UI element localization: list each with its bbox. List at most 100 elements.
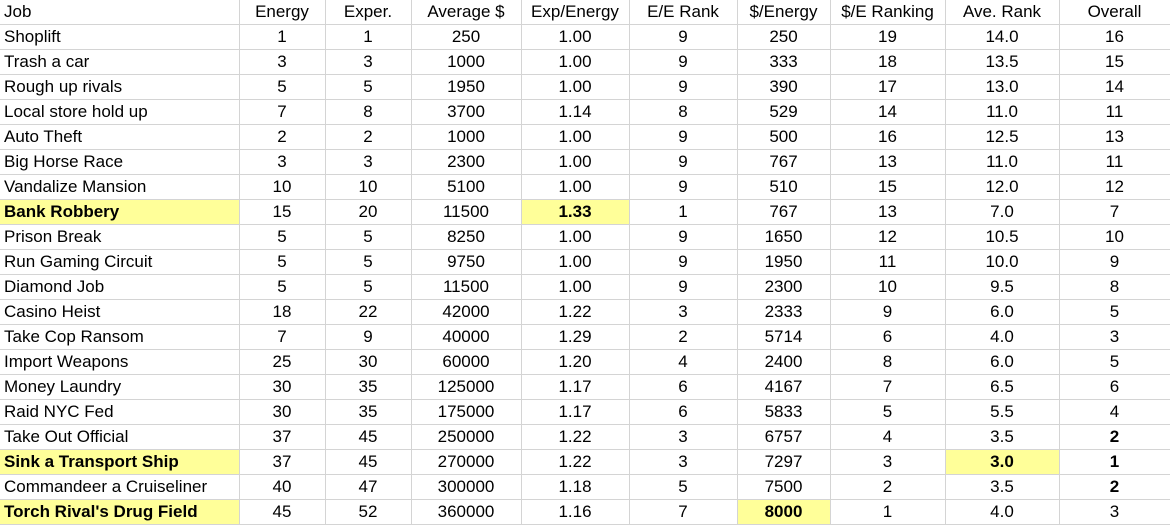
- cell-overall[interactable]: 8: [1059, 274, 1170, 300]
- cell-ave-rank[interactable]: 13.5: [945, 49, 1060, 75]
- cell-average-dollars[interactable]: 3700: [411, 99, 522, 125]
- cell-ee-rank[interactable]: 9: [629, 174, 738, 200]
- cell-de-ranking[interactable]: 16: [830, 124, 946, 150]
- header-dollars-per-energy[interactable]: $/Energy: [737, 0, 831, 25]
- cell-exper[interactable]: 52: [325, 499, 412, 525]
- cell-exper[interactable]: 5: [325, 74, 412, 100]
- cell-ee-rank[interactable]: 1: [629, 199, 738, 225]
- cell-overall[interactable]: 5: [1059, 349, 1170, 375]
- cell-energy[interactable]: 1: [239, 24, 326, 50]
- cell-ave-rank[interactable]: 6.0: [945, 299, 1060, 325]
- cell-exp-per-energy[interactable]: 1.00: [521, 74, 630, 100]
- cell-job[interactable]: Diamond Job: [0, 274, 240, 300]
- cell-dollars-per-energy[interactable]: 767: [737, 199, 831, 225]
- header-overall[interactable]: Overall: [1059, 0, 1170, 25]
- cell-exper[interactable]: 30: [325, 349, 412, 375]
- cell-dollars-per-energy[interactable]: 7297: [737, 449, 831, 475]
- cell-job[interactable]: Commandeer a Cruiseliner: [0, 474, 240, 500]
- cell-exp-per-energy[interactable]: 1.18: [521, 474, 630, 500]
- cell-ave-rank[interactable]: 3.5: [945, 474, 1060, 500]
- cell-ave-rank[interactable]: 9.5: [945, 274, 1060, 300]
- cell-de-ranking[interactable]: 5: [830, 399, 946, 425]
- cell-de-ranking[interactable]: 10: [830, 274, 946, 300]
- cell-de-ranking[interactable]: 13: [830, 199, 946, 225]
- cell-job[interactable]: Rough up rivals: [0, 74, 240, 100]
- cell-de-ranking[interactable]: 7: [830, 374, 946, 400]
- cell-job[interactable]: Money Laundry: [0, 374, 240, 400]
- cell-ee-rank[interactable]: 3: [629, 449, 738, 475]
- cell-exper[interactable]: 3: [325, 149, 412, 175]
- cell-average-dollars[interactable]: 300000: [411, 474, 522, 500]
- cell-average-dollars[interactable]: 11500: [411, 274, 522, 300]
- cell-exper[interactable]: 3: [325, 49, 412, 75]
- cell-average-dollars[interactable]: 360000: [411, 499, 522, 525]
- cell-ee-rank[interactable]: 9: [629, 74, 738, 100]
- cell-ee-rank[interactable]: 6: [629, 374, 738, 400]
- cell-exper[interactable]: 35: [325, 399, 412, 425]
- cell-ee-rank[interactable]: 9: [629, 249, 738, 275]
- cell-ee-rank[interactable]: 3: [629, 424, 738, 450]
- cell-job[interactable]: Local store hold up: [0, 99, 240, 125]
- cell-dollars-per-energy[interactable]: 390: [737, 74, 831, 100]
- cell-ee-rank[interactable]: 9: [629, 274, 738, 300]
- cell-exper[interactable]: 2: [325, 124, 412, 150]
- cell-ee-rank[interactable]: 2: [629, 324, 738, 350]
- cell-exp-per-energy[interactable]: 1.22: [521, 299, 630, 325]
- cell-ave-rank[interactable]: 3.0: [945, 449, 1060, 475]
- cell-energy[interactable]: 5: [239, 224, 326, 250]
- cell-overall[interactable]: 10: [1059, 224, 1170, 250]
- cell-energy[interactable]: 18: [239, 299, 326, 325]
- cell-exp-per-energy[interactable]: 1.33: [521, 199, 630, 225]
- cell-exper[interactable]: 20: [325, 199, 412, 225]
- cell-average-dollars[interactable]: 1000: [411, 49, 522, 75]
- cell-average-dollars[interactable]: 42000: [411, 299, 522, 325]
- cell-energy[interactable]: 2: [239, 124, 326, 150]
- cell-overall[interactable]: 6: [1059, 374, 1170, 400]
- cell-de-ranking[interactable]: 13: [830, 149, 946, 175]
- cell-energy[interactable]: 37: [239, 424, 326, 450]
- header-energy[interactable]: Energy: [239, 0, 326, 25]
- cell-energy[interactable]: 7: [239, 99, 326, 125]
- cell-dollars-per-energy[interactable]: 6757: [737, 424, 831, 450]
- cell-overall[interactable]: 13: [1059, 124, 1170, 150]
- cell-energy[interactable]: 5: [239, 74, 326, 100]
- cell-ee-rank[interactable]: 5: [629, 474, 738, 500]
- cell-de-ranking[interactable]: 19: [830, 24, 946, 50]
- cell-de-ranking[interactable]: 15: [830, 174, 946, 200]
- cell-exper[interactable]: 22: [325, 299, 412, 325]
- cell-overall[interactable]: 3: [1059, 324, 1170, 350]
- header-exper[interactable]: Exper.: [325, 0, 412, 25]
- cell-ave-rank[interactable]: 12.0: [945, 174, 1060, 200]
- cell-exp-per-energy[interactable]: 1.29: [521, 324, 630, 350]
- header-job[interactable]: Job: [0, 0, 240, 25]
- cell-exp-per-energy[interactable]: 1.00: [521, 124, 630, 150]
- cell-dollars-per-energy[interactable]: 1650: [737, 224, 831, 250]
- cell-exper[interactable]: 5: [325, 274, 412, 300]
- cell-exper[interactable]: 9: [325, 324, 412, 350]
- cell-ave-rank[interactable]: 4.0: [945, 499, 1060, 525]
- cell-energy[interactable]: 5: [239, 274, 326, 300]
- cell-overall[interactable]: 9: [1059, 249, 1170, 275]
- cell-dollars-per-energy[interactable]: 250: [737, 24, 831, 50]
- cell-dollars-per-energy[interactable]: 5714: [737, 324, 831, 350]
- cell-energy[interactable]: 10: [239, 174, 326, 200]
- cell-ee-rank[interactable]: 9: [629, 149, 738, 175]
- cell-de-ranking[interactable]: 8: [830, 349, 946, 375]
- cell-ave-rank[interactable]: 5.5: [945, 399, 1060, 425]
- cell-ave-rank[interactable]: 11.0: [945, 149, 1060, 175]
- cell-average-dollars[interactable]: 175000: [411, 399, 522, 425]
- cell-ave-rank[interactable]: 12.5: [945, 124, 1060, 150]
- cell-energy[interactable]: 7: [239, 324, 326, 350]
- cell-average-dollars[interactable]: 1950: [411, 74, 522, 100]
- header-de-ranking[interactable]: $/E Ranking: [830, 0, 946, 25]
- cell-job[interactable]: Casino Heist: [0, 299, 240, 325]
- header-exp-per-energy[interactable]: Exp/Energy: [521, 0, 630, 25]
- cell-overall[interactable]: 15: [1059, 49, 1170, 75]
- cell-de-ranking[interactable]: 18: [830, 49, 946, 75]
- cell-ee-rank[interactable]: 9: [629, 49, 738, 75]
- cell-exper[interactable]: 45: [325, 449, 412, 475]
- cell-exper[interactable]: 5: [325, 249, 412, 275]
- cell-energy[interactable]: 37: [239, 449, 326, 475]
- cell-de-ranking[interactable]: 17: [830, 74, 946, 100]
- cell-job[interactable]: Big Horse Race: [0, 149, 240, 175]
